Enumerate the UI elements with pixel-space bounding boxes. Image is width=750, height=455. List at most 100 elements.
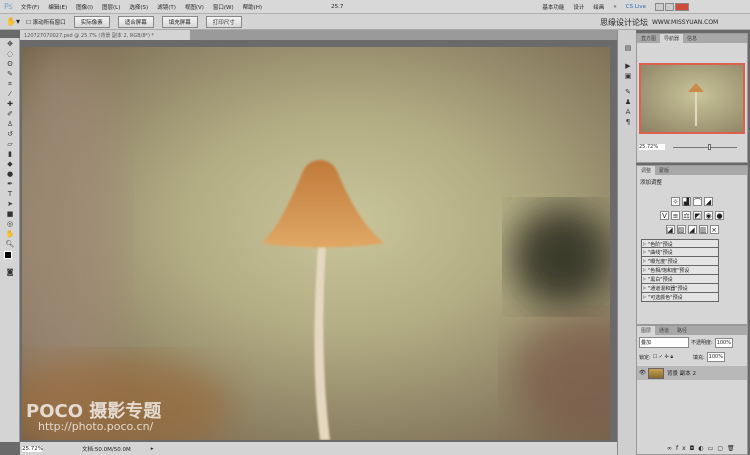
threshold-icon[interactable]: ◢ (688, 225, 697, 234)
preset-black-white[interactable]: "黑白"预设 (641, 275, 719, 284)
preset-selective-color[interactable]: "可选颜色"预设 (641, 293, 719, 302)
tab-adjustments[interactable]: 调整 (637, 166, 655, 175)
preset-hue-saturation[interactable]: "色相/饱和度"预设 (641, 266, 719, 275)
lasso-tool-icon[interactable]: ʘ (4, 60, 16, 68)
move-tool-icon[interactable]: ✥ (4, 40, 16, 48)
tab-layers[interactable]: 图层 (637, 326, 655, 335)
menu-file[interactable]: 文件(F) (21, 3, 39, 11)
print-size-button[interactable]: 打印尺寸 (206, 16, 242, 28)
black-white-icon[interactable]: ◩ (693, 211, 702, 220)
type-tool-icon[interactable]: T (4, 190, 16, 198)
photo-filter-icon[interactable]: ◉ (704, 211, 713, 220)
menu-view[interactable]: 视图(V) (185, 3, 204, 11)
lock-icons[interactable]: ☐ ✓ ✢ 🔒︎ (653, 354, 673, 360)
stamp-tool-icon[interactable]: ♙ (4, 120, 16, 128)
brush-panel-icon[interactable]: ✎ (622, 88, 634, 96)
layer-row[interactable]: 👁︎ 背景 副本 2 (637, 366, 747, 380)
curves-icon[interactable]: ⌒ (693, 197, 702, 206)
zoom-level-dropdown[interactable]: 25.7 (331, 4, 343, 10)
blend-mode-select[interactable]: 叠加 (639, 337, 689, 348)
menu-select[interactable]: 选择(S) (129, 3, 148, 11)
character-panel-icon[interactable]: A (622, 108, 634, 116)
tab-paths[interactable]: 路径 (673, 326, 691, 335)
actions-panel-icon[interactable]: ▶ (622, 62, 634, 70)
healing-tool-icon[interactable]: ✚ (4, 100, 16, 108)
link-layers-icon[interactable]: ∞ (667, 445, 676, 452)
tool-presets-icon[interactable]: ▣ (622, 72, 634, 80)
actual-pixels-button[interactable]: 实际像素 (74, 16, 110, 28)
path-select-icon[interactable]: ➤ (4, 200, 16, 208)
brush-tool-icon[interactable]: ✐ (4, 110, 16, 118)
cs-live-button[interactable]: CS Live (626, 4, 646, 10)
eyedropper-tool-icon[interactable]: ⁄ (4, 90, 16, 98)
navigator-zoom-slider[interactable] (673, 147, 737, 148)
channel-mixer-icon[interactable]: ● (715, 211, 724, 220)
scroll-all-windows-checkbox[interactable]: ☐ 滚动所有窗口 (26, 18, 66, 26)
selective-color-icon[interactable]: ⨯ (710, 225, 719, 234)
document-canvas[interactable]: POCO 摄影专题 http://photo.poco.cn/ (22, 47, 610, 440)
invert-icon[interactable]: ◪ (666, 225, 675, 234)
gradient-tool-icon[interactable]: ▮ (4, 150, 16, 158)
shape-tool-icon[interactable]: ■ (4, 210, 16, 218)
quick-select-tool-icon[interactable]: ✎ (4, 70, 16, 78)
clone-source-icon[interactable]: ♟ (622, 98, 634, 106)
brightness-icon[interactable]: ☼ (671, 197, 680, 206)
fill-screen-button[interactable]: 填充屏幕 (162, 16, 198, 28)
workspace-basic[interactable]: 基本功能 (542, 3, 564, 11)
marquee-tool-icon[interactable]: ◌ (4, 50, 16, 58)
tab-channels[interactable]: 通道 (655, 326, 673, 335)
preset-levels[interactable]: "色阶"预设 (641, 239, 719, 248)
menu-layer[interactable]: 图层(L) (102, 3, 120, 11)
eraser-tool-icon[interactable]: ▱ (4, 140, 16, 148)
pen-tool-icon[interactable]: ✒ (4, 180, 16, 188)
close-button[interactable] (675, 3, 689, 11)
history-panel-icon[interactable]: ▤ (622, 44, 634, 52)
workspace-more[interactable]: » (613, 4, 616, 10)
fill-field[interactable]: 100% (707, 352, 725, 362)
exposure-icon[interactable]: ◢ (704, 197, 713, 206)
crop-tool-icon[interactable]: ⌗ (4, 80, 16, 88)
preset-channel-mixer[interactable]: "通道混和器"预设 (641, 284, 719, 293)
gradient-map-icon[interactable]: ▥ (699, 225, 708, 234)
quick-mask-icon[interactable]: ◙ (4, 268, 16, 276)
workspace-paint[interactable]: 绘画 (593, 3, 604, 11)
dodge-tool-icon[interactable]: ● (4, 170, 16, 178)
blur-tool-icon[interactable]: ◆ (4, 160, 16, 168)
3d-tool-icon[interactable]: ◎ (4, 220, 16, 228)
preset-exposure[interactable]: "曝光度"预设 (641, 257, 719, 266)
menu-filter[interactable]: 滤镜(T) (157, 3, 176, 11)
tab-navigator[interactable]: 导航器 (660, 34, 683, 43)
color-balance-icon[interactable]: ⚖ (682, 211, 691, 220)
tab-masks[interactable]: 蒙版 (655, 166, 673, 175)
workspace-design[interactable]: 设计 (573, 3, 584, 11)
preset-curves[interactable]: "曲线"预设 (641, 248, 719, 257)
fit-screen-button[interactable]: 适合屏幕 (118, 16, 154, 28)
hand-tool-icon[interactable]: ✋ (4, 230, 16, 238)
tab-info[interactable]: 信息 (683, 34, 701, 43)
fx-icon[interactable]: fx (676, 445, 690, 452)
hue-saturation-icon[interactable]: ≡ (671, 211, 680, 220)
navigator-zoom-field[interactable]: 25.72% (639, 144, 665, 150)
color-swatches[interactable] (2, 251, 17, 265)
history-brush-icon[interactable]: ↺ (4, 130, 16, 138)
hand-tool-icon[interactable]: ✋▾ (6, 17, 20, 26)
posterize-icon[interactable]: ▨ (677, 225, 686, 234)
foreground-color[interactable] (4, 251, 12, 259)
restore-button[interactable] (665, 3, 674, 11)
zoom-tool-icon[interactable]: 🔍︎ (4, 240, 16, 248)
document-tab[interactable]: 120727070027.psd @ 25.7% (背景 副本 2, RGB/8… (20, 30, 190, 40)
paragraph-panel-icon[interactable]: ¶ (622, 118, 634, 126)
new-layer-icon[interactable]: ▢ (717, 445, 727, 452)
minimize-button[interactable] (655, 3, 664, 11)
visibility-eye-icon[interactable]: 👁︎ (639, 370, 648, 376)
menu-edit[interactable]: 编辑(E) (48, 3, 67, 11)
opacity-field[interactable]: 100% (715, 338, 733, 348)
status-arrow-icon[interactable]: ▸ (151, 446, 154, 452)
tab-histogram[interactable]: 直方图 (637, 34, 660, 43)
menu-window[interactable]: 窗口(W) (213, 3, 234, 11)
menu-image[interactable]: 图像(I) (76, 3, 93, 11)
navigator-thumbnail[interactable] (639, 63, 745, 134)
vibrance-icon[interactable]: V (660, 211, 669, 220)
levels-icon[interactable]: ▟ (682, 197, 691, 206)
group-icon[interactable]: ▭ (708, 445, 718, 452)
